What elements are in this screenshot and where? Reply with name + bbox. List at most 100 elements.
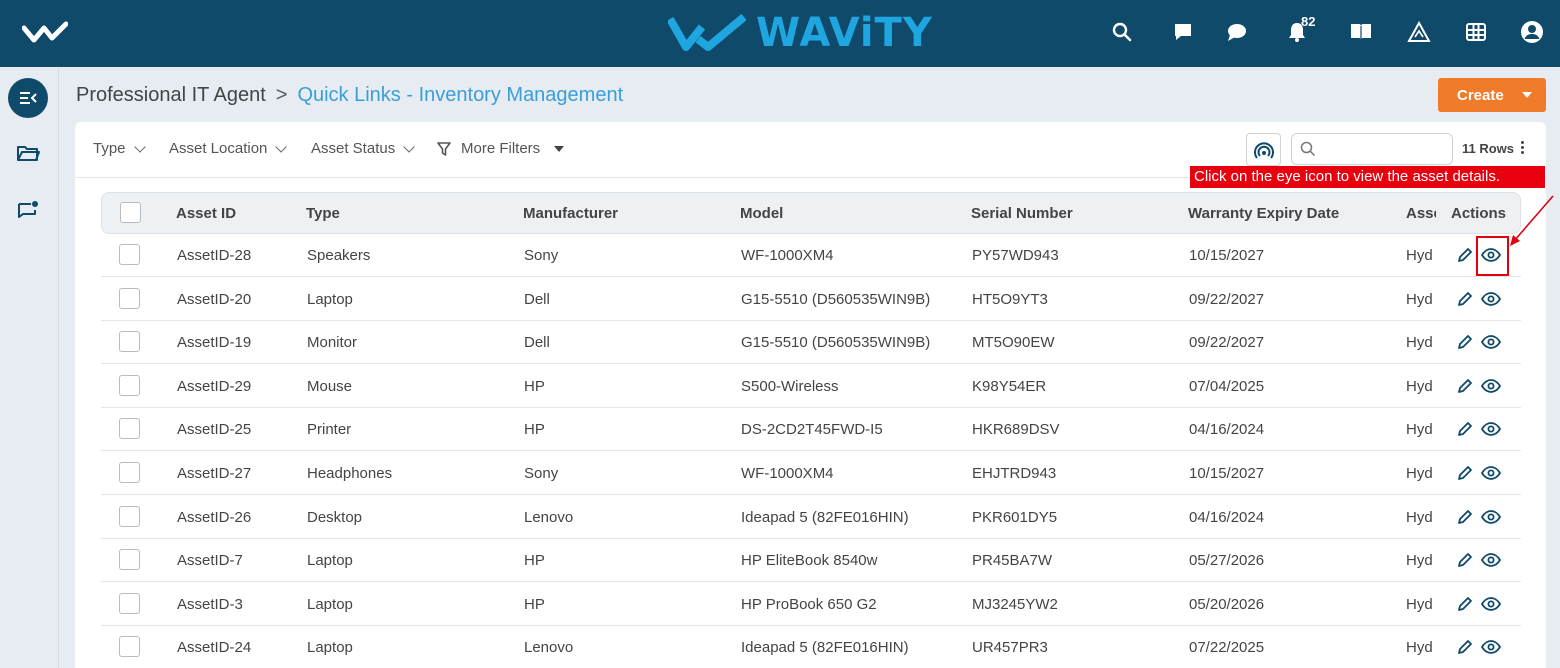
edit-pencil-icon[interactable] <box>1455 550 1475 570</box>
more-options-icon[interactable] <box>1519 141 1525 159</box>
grid-apps-icon[interactable] <box>1462 18 1490 46</box>
row-checkbox[interactable] <box>119 331 140 353</box>
cell-asset-id: AssetID-29 <box>177 377 252 395</box>
view-eye-icon[interactable] <box>1481 550 1501 570</box>
row-checkbox[interactable] <box>119 418 140 440</box>
col-model[interactable]: Model <box>740 205 783 222</box>
edit-pencil-icon[interactable] <box>1455 289 1475 309</box>
table-row[interactable]: AssetID-26 Desktop Lenovo Ideapad 5 (82FE01… <box>101 496 1521 539</box>
cell-warranty-expiry: 04/16/2024 <box>1189 508 1265 526</box>
table-row[interactable]: AssetID-3 Laptop HP HP ProBook 650 G2 MJ3245… <box>101 583 1521 626</box>
brand-mark-icon[interactable] <box>22 20 68 46</box>
view-eye-icon[interactable] <box>1481 507 1501 527</box>
cell-asset-location: Hyd <box>1406 465 1433 482</box>
cell-type: Laptop <box>307 595 353 613</box>
col-serial-number[interactable]: Serial Number <box>971 205 1073 222</box>
view-eye-icon[interactable] <box>1481 376 1501 396</box>
breadcrumb-current[interactable]: Quick Links - Inventory Management <box>297 84 623 106</box>
cell-model: WF-1000XM4 <box>741 465 834 482</box>
table-row[interactable]: AssetID-25 Printer HP DS-2CD2T45FWD-I5 HKR68… <box>101 408 1521 452</box>
table-header: Asset ID Type Manufacturer Model Serial … <box>101 192 1521 234</box>
chevron-down-icon <box>403 140 415 153</box>
table-row[interactable]: AssetID-19 Monitor Dell G15-5510 (D560535WI… <box>101 321 1521 365</box>
cell-asset-location: Hyd <box>1406 595 1433 613</box>
chat-icon[interactable] <box>1223 18 1251 46</box>
more-filters-button[interactable]: More Filters <box>437 140 565 157</box>
cell-serial-number: PKR601DY5 <box>972 508 1058 526</box>
breadcrumb-root[interactable]: Professional IT Agent <box>76 84 266 106</box>
cell-manufacturer: Sony <box>524 247 559 264</box>
alert-triangle-icon[interactable] <box>1405 18 1433 46</box>
edit-pencil-icon[interactable] <box>1455 332 1475 352</box>
announcement-icon[interactable] <box>1169 18 1197 46</box>
bell-icon[interactable]: 82 <box>1283 14 1315 46</box>
view-eye-icon[interactable] <box>1481 637 1501 657</box>
edit-pencil-icon[interactable] <box>1455 637 1475 657</box>
search-input[interactable] <box>1322 138 1448 160</box>
cell-serial-number: UR457PR3 <box>972 639 1048 657</box>
row-checkbox[interactable] <box>119 287 140 309</box>
cell-serial-number: K98Y54ER <box>972 377 1047 395</box>
cell-warranty-expiry: 10/15/2027 <box>1189 465 1265 482</box>
row-checkbox[interactable] <box>119 505 140 527</box>
cell-serial-number: HT5O9YT3 <box>972 290 1048 308</box>
col-type[interactable]: Type <box>306 205 340 222</box>
col-asset-id[interactable]: Asset ID <box>176 205 236 222</box>
cell-asset-id: AssetID-27 <box>177 465 252 482</box>
table-row[interactable]: AssetID-24 Laptop Lenovo Ideapad 5 (82FE016… <box>101 626 1521 668</box>
cell-asset-id: AssetID-24 <box>177 639 252 657</box>
table-row[interactable]: AssetID-20 Laptop Dell G15-5510 (D560535WIN… <box>101 278 1521 321</box>
asset-status-filter[interactable]: Asset Status <box>311 140 415 157</box>
cell-asset-id: AssetID-20 <box>177 290 252 308</box>
view-eye-icon[interactable] <box>1481 594 1501 614</box>
edit-pencil-icon[interactable] <box>1455 245 1475 265</box>
cell-manufacturer: Dell <box>524 334 550 352</box>
edit-pencil-icon[interactable] <box>1455 376 1475 396</box>
row-checkbox[interactable] <box>119 636 140 658</box>
cell-serial-number: PY57WD943 <box>972 247 1059 264</box>
instruction-callout: Click on the eye icon to view the asset … <box>1190 166 1545 188</box>
notification-count-badge: 82 <box>1301 14 1316 29</box>
logo-text: WAViTY <box>756 10 933 56</box>
cell-model: G15-5510 (D560535WIN9B) <box>741 290 931 308</box>
col-asset-location[interactable]: Asse <box>1406 205 1436 222</box>
table-row[interactable]: AssetID-27 Headphones Sony WF-1000XM4 EHJTRD… <box>101 452 1521 495</box>
table-row[interactable]: AssetID-7 Laptop HP HP EliteBook 8540w PR45B… <box>101 539 1521 583</box>
asset-status-filter-label: Asset Status <box>311 140 396 157</box>
cell-asset-id: AssetID-25 <box>177 421 252 439</box>
type-filter[interactable]: Type <box>93 140 146 157</box>
table-row[interactable]: AssetID-28 Speakers Sony WF-1000XM4 PY57WD94… <box>101 234 1521 277</box>
view-eye-icon[interactable] <box>1481 463 1501 483</box>
row-checkbox[interactable] <box>119 374 140 396</box>
col-manufacturer[interactable]: Manufacturer <box>523 205 618 222</box>
cell-asset-id: AssetID-28 <box>177 247 252 264</box>
view-eye-icon[interactable] <box>1481 289 1501 309</box>
edit-pencil-icon[interactable] <box>1455 463 1475 483</box>
left-rail <box>0 67 59 668</box>
folder-icon[interactable] <box>8 133 48 173</box>
select-all-checkbox[interactable] <box>120 202 141 223</box>
cell-manufacturer: HP <box>524 595 545 613</box>
inventory-card: Type Asset Location Asset Status More Fi… <box>75 122 1546 668</box>
col-warranty-expiry[interactable]: Warranty Expiry Date <box>1188 205 1339 222</box>
message-notification-icon[interactable] <box>8 191 48 231</box>
view-eye-icon[interactable] <box>1481 419 1501 439</box>
row-checkbox[interactable] <box>119 592 140 614</box>
edit-pencil-icon[interactable] <box>1455 507 1475 527</box>
create-button[interactable]: Create <box>1438 78 1546 112</box>
edit-pencil-icon[interactable] <box>1455 594 1475 614</box>
row-checkbox[interactable] <box>119 549 140 571</box>
collapse-menu-icon[interactable] <box>8 78 48 118</box>
broadcast-button[interactable] <box>1246 133 1281 166</box>
edit-pencil-icon[interactable] <box>1455 419 1475 439</box>
table-row[interactable]: AssetID-29 Mouse HP S500-Wireless K98Y54ER 07… <box>101 365 1521 408</box>
asset-location-filter[interactable]: Asset Location <box>169 140 288 157</box>
knowledge-book-icon[interactable] <box>1347 18 1375 46</box>
user-avatar-icon[interactable] <box>1518 18 1546 46</box>
search-icon[interactable] <box>1108 18 1136 46</box>
row-checkbox[interactable] <box>119 462 140 483</box>
cell-asset-id: AssetID-19 <box>177 334 252 352</box>
view-eye-icon[interactable] <box>1481 332 1501 352</box>
row-checkbox[interactable] <box>119 244 140 265</box>
caret-down-icon <box>1522 92 1532 98</box>
